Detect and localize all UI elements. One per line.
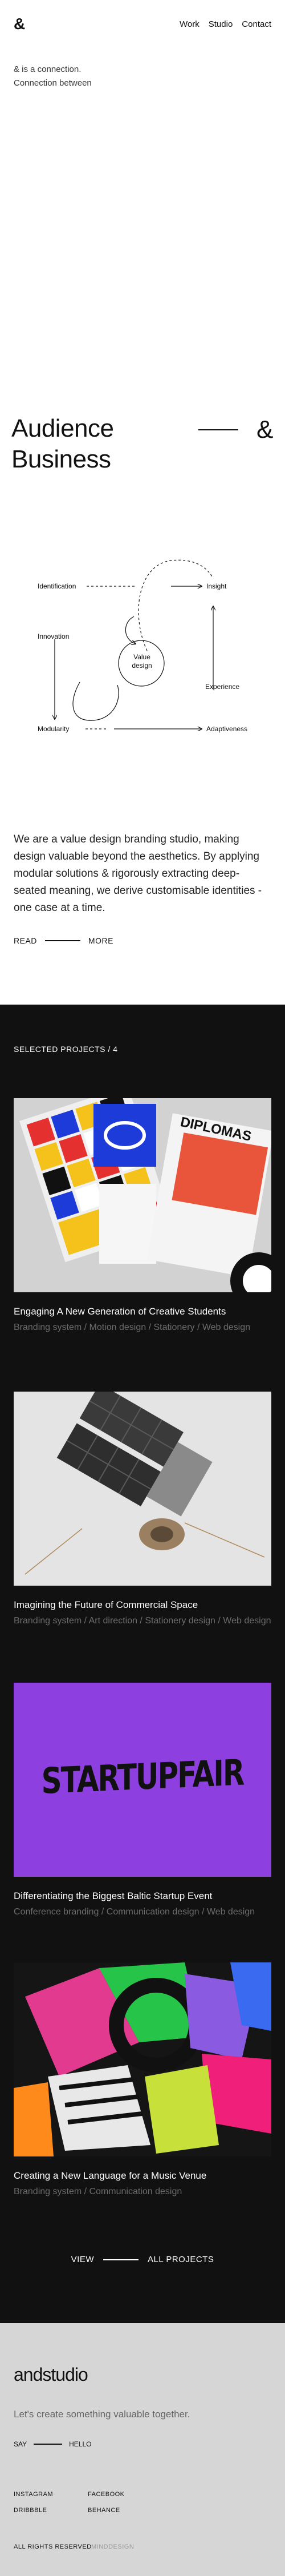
- label-value-design: Value design: [132, 653, 152, 670]
- read-label: READ: [14, 936, 37, 945]
- behance-link[interactable]: BEHANCE: [88, 2502, 125, 2518]
- read-more-link[interactable]: READ MORE: [14, 936, 113, 945]
- project-tags-3: Conference branding / Communication desi…: [14, 1907, 255, 1917]
- satellite-illustration: [14, 1392, 271, 1586]
- projects-section: SELECTED PROJECTS / 4 DIPLOMAS Engaging …: [0, 1005, 285, 2323]
- value-diagram: Identification Insight Innovation Value d…: [0, 548, 285, 753]
- label-innovation: Innovation: [38, 632, 70, 640]
- project-title-4[interactable]: Creating a New Language for a Music Venu…: [14, 2169, 271, 2183]
- project-image-1[interactable]: DIPLOMAS: [14, 1098, 271, 1292]
- footer-cta: Let's create something valuable together…: [14, 2409, 190, 2420]
- label-adaptiveness: Adaptiveness: [206, 725, 248, 733]
- nav-contact[interactable]: Contact: [242, 19, 271, 29]
- label-experience: Experience: [205, 683, 240, 691]
- project-image-4[interactable]: [14, 1962, 271, 2156]
- instagram-link[interactable]: INSTAGRAM: [14, 2486, 53, 2502]
- hero-dash: [198, 429, 238, 430]
- stationery-illustration: DIPLOMAS: [14, 1098, 271, 1292]
- tagline-line-2: Connection between: [14, 78, 92, 88]
- say-hello-link[interactable]: SAY HELLO: [14, 2440, 91, 2448]
- nav-work[interactable]: Work: [180, 19, 199, 29]
- hero-line-1: Audience: [11, 414, 114, 442]
- footer-brand[interactable]: andstudio: [14, 2364, 88, 2385]
- all-projects-label: ALL PROJECTS: [148, 2255, 214, 2264]
- say-label: SAY: [14, 2440, 27, 2448]
- project-image-3[interactable]: STARTUPFAIR: [14, 1683, 271, 1877]
- diagram-lines: [0, 559, 285, 753]
- label-identification: Identification: [38, 582, 76, 590]
- project-card-1[interactable]: DIPLOMAS Engaging A New Generation of Cr…: [14, 1098, 271, 1335]
- read-more-line: [44, 940, 80, 941]
- projects-title: SELECTED PROJECTS / 4: [14, 1045, 118, 1054]
- tagline: & is a connection. Connection between: [14, 63, 185, 90]
- more-label: MORE: [88, 936, 113, 945]
- project-tags-1: Branding system / Motion design / Statio…: [14, 1323, 251, 1332]
- social-links-left: INSTAGRAM DRIBBBLE: [14, 2486, 53, 2518]
- project-card-2[interactable]: Imagining the Future of Commercial Space…: [14, 1392, 271, 1628]
- rights-reserved: ALL RIGHTS RESERVED: [14, 2543, 92, 2550]
- made-by-link[interactable]: MINDDESIGN: [91, 2543, 134, 2550]
- project-image-2[interactable]: [14, 1392, 271, 1586]
- main-nav: Work Studio Contact: [180, 19, 271, 29]
- project-title-1[interactable]: Engaging A New Generation of Creative St…: [14, 1305, 271, 1319]
- view-all-projects-link[interactable]: VIEW ALL PROJECTS: [0, 2255, 285, 2264]
- project-tags-2: Branding system / Art direction / Statio…: [14, 1616, 271, 1626]
- project-title-3[interactable]: Differentiating the Biggest Baltic Start…: [14, 1889, 271, 1903]
- nav-studio[interactable]: Studio: [209, 19, 233, 29]
- hero-line-2: Business: [11, 445, 111, 473]
- hello-label: HELLO: [69, 2440, 92, 2448]
- project-title-2[interactable]: Imagining the Future of Commercial Space: [14, 1598, 271, 1612]
- label-modularity: Modularity: [38, 725, 70, 733]
- facebook-link[interactable]: FACEBOOK: [88, 2486, 125, 2502]
- startupfair-wordmark: STARTUPFAIR: [41, 1752, 244, 1802]
- site-footer: andstudio Let's create something valuabl…: [0, 2323, 285, 2576]
- site-header: & Work Studio Contact: [0, 0, 285, 51]
- project-card-3[interactable]: STARTUPFAIR Differentiating the Biggest …: [14, 1683, 271, 1919]
- project-card-4[interactable]: Creating a New Language for a Music Venu…: [14, 1962, 271, 2199]
- social-links-right: FACEBOOK BEHANCE: [88, 2486, 125, 2518]
- about-text: We are a value design branding studio, m…: [14, 833, 262, 914]
- tagline-line-1: & is a connection.: [14, 64, 82, 74]
- music-venue-illustration: [14, 1962, 271, 2156]
- dribbble-link[interactable]: DRIBBBLE: [14, 2502, 53, 2518]
- project-tags-4: Branding system / Communication design: [14, 2187, 182, 2196]
- hero-title: Audience Business: [11, 413, 114, 475]
- label-insight: Insight: [206, 582, 227, 590]
- hero-ampersand: &: [256, 416, 274, 444]
- say-hello-line: [34, 2444, 63, 2445]
- logo[interactable]: &: [14, 16, 25, 32]
- view-all-line: [103, 2259, 139, 2260]
- view-label: VIEW: [71, 2255, 95, 2264]
